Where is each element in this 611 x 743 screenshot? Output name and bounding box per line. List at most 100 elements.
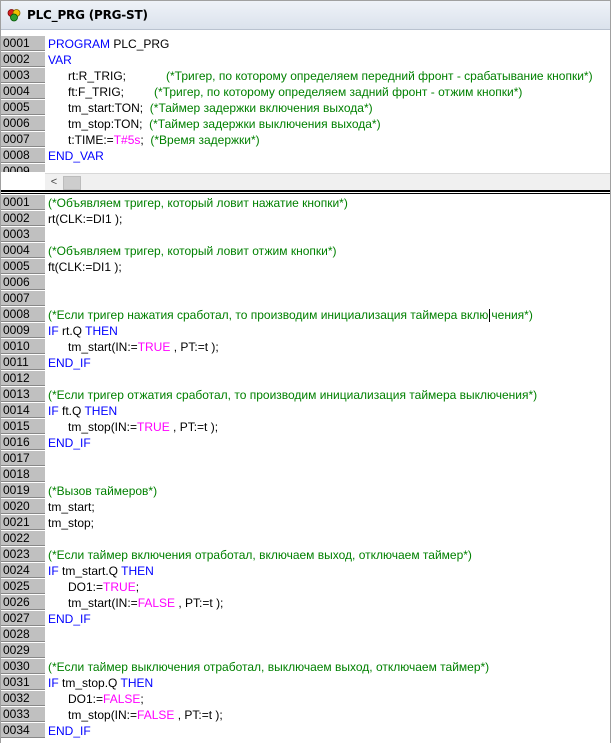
code-text[interactable]: tm_stop; [48, 515, 94, 531]
comment-token: (*Если тригер отжатия сработал, то произ… [48, 388, 538, 402]
code-text[interactable]: (*Объявляем тригер, который ловит нажати… [48, 195, 348, 211]
code-line[interactable]: 0031 IF tm_stop.Q THEN [1, 675, 610, 691]
scroll-left-icon[interactable]: < [47, 174, 61, 190]
code-line[interactable]: 0009 [1, 164, 610, 172]
pane-splitter[interactable] [1, 190, 610, 194]
code-text[interactable]: tm_start(IN:=FALSE , PT:=t ); [48, 595, 223, 611]
code-line[interactable]: 0014 IF ft.Q THEN [1, 403, 610, 419]
code-line[interactable]: 0003 rt:R_TRIG; (*Тригер, по которому оп… [1, 68, 610, 84]
code-line[interactable]: 0009 IF rt.Q THEN [1, 323, 610, 339]
line-number: 0026 [1, 595, 45, 610]
declaration-pane[interactable]: 0001 PROGRAM PLC_PRG 0002 VAR 0003 rt:R_TRIG… [1, 36, 610, 172]
comment-token: (*Вызов таймеров*) [48, 484, 158, 498]
code-text[interactable]: IF tm_stop.Q THEN [48, 675, 153, 691]
code-text[interactable]: ft:F_TRIG; (*Тригер, по которому определ… [48, 84, 522, 100]
code-text[interactable]: END_IF [48, 355, 91, 371]
text-token: tm_stop; [48, 516, 95, 530]
code-text[interactable]: (*Если тригер нажатия сработал, то произ… [48, 307, 533, 323]
code-text[interactable]: DO1:=TRUE; [48, 579, 139, 595]
line-number: 0031 [1, 675, 45, 690]
code-text[interactable]: END_IF [48, 723, 91, 739]
code-line[interactable]: 0005 tm_start:TON; (*Таймер задержки вкл… [1, 100, 610, 116]
scroll-thumb[interactable] [63, 176, 81, 190]
code-line[interactable]: 0016 END_IF [1, 435, 610, 451]
horizontal-scrollbar[interactable]: < [45, 173, 610, 190]
line-number: 0013 [1, 387, 45, 402]
code-line[interactable]: 0005 ft(CLK:=DI1 ); [1, 259, 610, 275]
code-line[interactable]: 0015 tm_stop(IN:=TRUE , PT:=t ); [1, 419, 610, 435]
code-line[interactable]: 0002 VAR [1, 52, 610, 68]
line-number: 0010 [1, 339, 45, 354]
code-line[interactable]: 0019 (*Вызов таймеров*) [1, 483, 610, 499]
code-line[interactable]: 0027 END_IF [1, 611, 610, 627]
code-line[interactable]: 0001 PROGRAM PLC_PRG [1, 36, 610, 52]
line-number: 0001 [1, 195, 45, 210]
code-text[interactable]: END_IF [48, 611, 91, 627]
code-line[interactable]: 0007 t:TIME:=T#5s; (*Время задержки*) [1, 132, 610, 148]
code-text[interactable]: tm_start(IN:=TRUE , PT:=t ); [48, 339, 219, 355]
code-text[interactable]: (*Если таймер включения отработал, включ… [48, 547, 472, 563]
code-text[interactable]: (*Объявляем тригер, который ловит отжим … [48, 243, 337, 259]
code-line[interactable]: 0012 [1, 371, 610, 387]
code-line[interactable]: 0023 (*Если таймер включения отработал, в… [1, 547, 610, 563]
code-text[interactable]: (*Если тригер отжатия сработал, то произ… [48, 387, 537, 403]
code-line[interactable]: 0033 tm_stop(IN:=FALSE , PT:=t ); [1, 707, 610, 723]
code-text[interactable]: tm_stop:TON; (*Таймер задержки выключени… [48, 116, 381, 132]
code-text[interactable]: (*Если таймер выключения отработал, выкл… [48, 659, 489, 675]
code-line[interactable]: 0034 END_IF [1, 723, 610, 739]
code-line[interactable]: 0032 DO1:=FALSE; [1, 691, 610, 707]
code-line[interactable]: 0028 [1, 627, 610, 643]
code-text[interactable]: END_IF [48, 435, 91, 451]
code-text[interactable]: tm_stop(IN:=FALSE , PT:=t ); [48, 707, 223, 723]
code-line[interactable]: 0011 END_IF [1, 355, 610, 371]
code-line[interactable]: 0004 ft:F_TRIG; (*Тригер, по которому оп… [1, 84, 610, 100]
code-line[interactable]: 0020 tm_start; [1, 499, 610, 515]
code-line[interactable]: 0017 [1, 451, 610, 467]
code-line[interactable]: 0013 (*Если тригер отжатия сработал, то п… [1, 387, 610, 403]
code-text[interactable]: rt(CLK:=DI1 ); [48, 211, 122, 227]
code-text[interactable]: PROGRAM PLC_PRG [48, 36, 169, 52]
code-text[interactable]: VAR [48, 52, 72, 68]
line-number: 0006 [1, 116, 45, 131]
code-line[interactable]: 0024 IF tm_start.Q THEN [1, 563, 610, 579]
literal-token: FALSE [137, 708, 175, 722]
code-line[interactable]: 0010 tm_start(IN:=TRUE , PT:=t ); [1, 339, 610, 355]
code-text[interactable]: tm_start; [48, 499, 95, 515]
code-line[interactable]: 0006 [1, 275, 610, 291]
code-line[interactable]: 0003 [1, 227, 610, 243]
code-line[interactable]: 0004 (*Объявляем тригер, который ловит от… [1, 243, 610, 259]
code-line[interactable]: 0008 (*Если тригер нажатия сработал, то п… [1, 307, 610, 323]
code-line[interactable]: 0029 [1, 643, 610, 659]
code-line[interactable]: 0030 (*Если таймер выключения отработал, … [1, 659, 610, 675]
code-text[interactable]: IF tm_start.Q THEN [48, 563, 154, 579]
code-text[interactable]: END_VAR [48, 148, 104, 164]
code-text[interactable]: IF ft.Q THEN [48, 403, 117, 419]
code-line[interactable]: 0021 tm_stop; [1, 515, 610, 531]
code-line[interactable]: 0006 tm_stop:TON; (*Таймер задержки выкл… [1, 116, 610, 132]
line-number: 0021 [1, 515, 45, 530]
code-line[interactable]: 0026 tm_start(IN:=FALSE , PT:=t ); [1, 595, 610, 611]
code-line[interactable]: 0008 END_VAR [1, 148, 610, 164]
text-token: rt(CLK:=DI1 ); [48, 212, 123, 226]
code-text[interactable]: t:TIME:=T#5s; (*Время задержки*) [48, 132, 260, 148]
text-token: ft(CLK:=DI1 ); [48, 260, 122, 274]
code-text[interactable]: (*Вызов таймеров*) [48, 483, 157, 499]
code-line[interactable]: 0002 rt(CLK:=DI1 ); [1, 211, 610, 227]
keyword-token: THEN [84, 404, 118, 418]
code-line[interactable]: 0022 [1, 531, 610, 547]
code-line[interactable]: 0001 (*Объявляем тригер, который ловит на… [1, 195, 610, 211]
code-text[interactable]: rt:R_TRIG; (*Тригер, по которому определ… [48, 68, 593, 84]
code-line[interactable]: 0025 DO1:=TRUE; [1, 579, 610, 595]
code-text[interactable]: IF rt.Q THEN [48, 323, 118, 339]
code-body-pane[interactable]: 0001 (*Объявляем тригер, который ловит на… [1, 195, 610, 743]
window-title: PLC_PRG (PRG-ST) [27, 8, 148, 22]
line-number: 0017 [1, 451, 45, 466]
code-line[interactable]: 0007 [1, 291, 610, 307]
code-text[interactable]: DO1:=FALSE; [48, 691, 144, 707]
line-number: 0007 [1, 291, 45, 306]
code-text[interactable]: ft(CLK:=DI1 ); [48, 259, 122, 275]
line-number: 0008 [1, 307, 45, 322]
code-text[interactable]: tm_stop(IN:=TRUE , PT:=t ); [48, 419, 218, 435]
code-line[interactable]: 0018 [1, 467, 610, 483]
code-text[interactable]: tm_start:TON; (*Таймер задержки включени… [48, 100, 373, 116]
